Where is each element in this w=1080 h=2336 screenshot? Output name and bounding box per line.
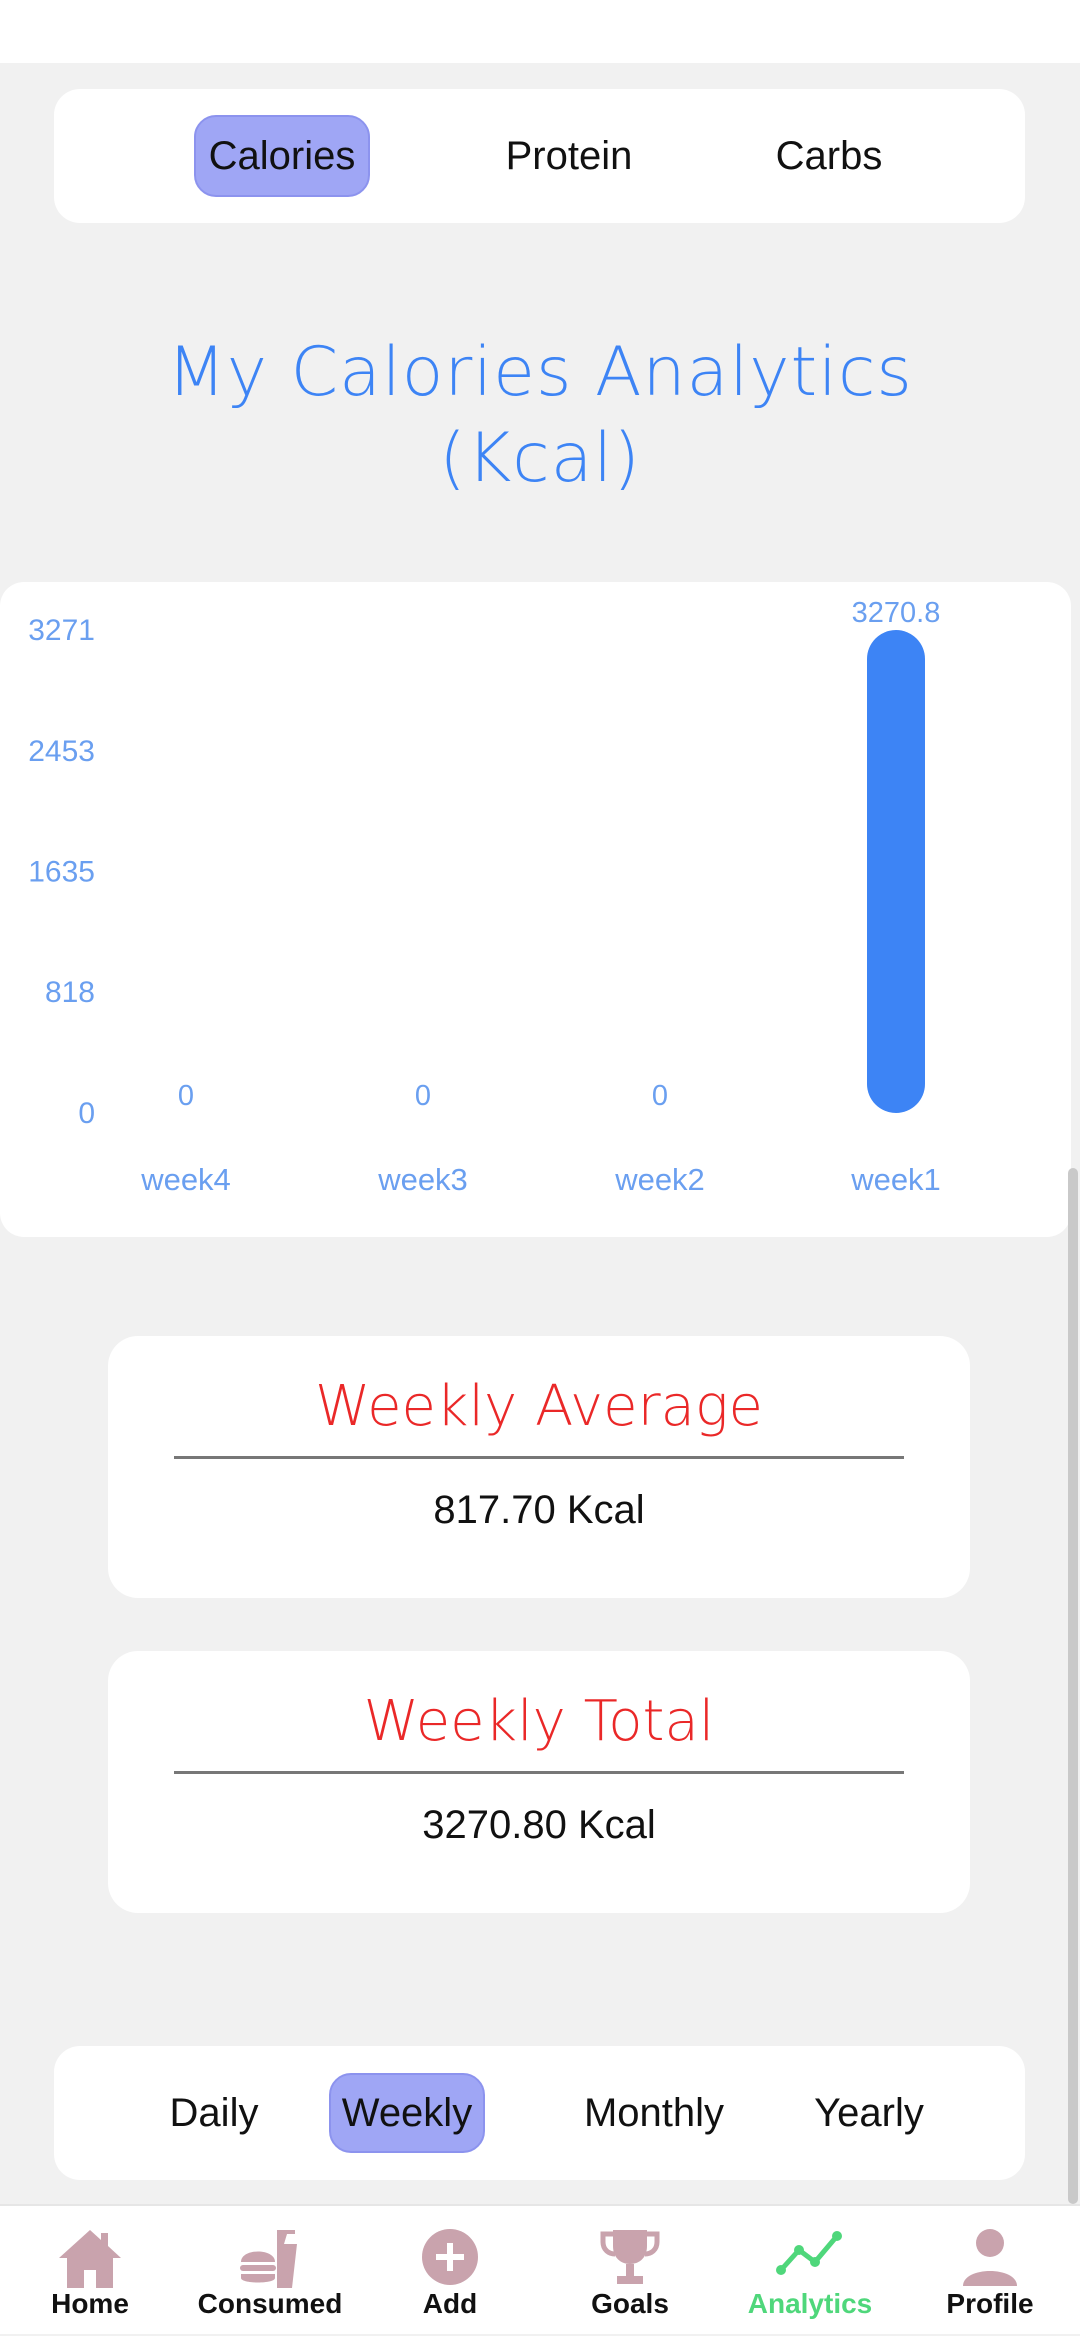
tab-daily[interactable]: Daily — [144, 2073, 284, 2153]
y-tick-label: 3271 — [28, 614, 95, 647]
person-icon — [963, 2229, 1017, 2286]
tab-weekly[interactable]: Weekly — [329, 2073, 485, 2153]
bar-value-label: 0 — [415, 1080, 431, 1112]
bar-value-label: 3270.8 — [852, 597, 941, 629]
nav-goals-label: Goals — [591, 2288, 669, 2319]
nav-add-label: Add — [422, 2288, 478, 2319]
calories-bar-chart: 3271 2453 1635 818 0 0 week4 0 week3 0 week2 3270.8… — [0, 582, 1071, 1237]
trophy-icon — [600, 2230, 660, 2284]
tab-calories[interactable]: Calories — [194, 115, 370, 197]
y-tick-label: 1635 — [28, 856, 95, 889]
nav-profile-label: Profile — [946, 2288, 1034, 2319]
plus-circle-icon — [422, 2229, 478, 2285]
scrollbar[interactable] — [1068, 1168, 1078, 2204]
divider — [174, 1771, 904, 1774]
x-tick-label: week2 — [614, 1162, 705, 1197]
weekly-average-value: 817.70 Kcal — [433, 1488, 645, 1532]
x-tick-label: week4 — [140, 1162, 231, 1197]
nav-profile[interactable]: Profile — [900, 2206, 1080, 2336]
nav-analytics[interactable]: Analytics — [720, 2206, 900, 2336]
page-title-line1: My Calories Analytics — [167, 333, 913, 412]
tab-carbs[interactable]: Carbs — [744, 115, 914, 197]
page-title: My Calories Analytics (Kcal) — [0, 330, 1080, 502]
y-tick-label: 818 — [45, 976, 95, 1009]
chart-canvas: 3271 2453 1635 818 0 0 week4 0 week3 0 week2 3270.8… — [28, 597, 941, 1197]
y-tick-label: 0 — [78, 1097, 95, 1130]
nav-goals[interactable]: Goals — [540, 2206, 720, 2336]
nav-home-label: Home — [51, 2288, 129, 2319]
burger-drink-icon — [240, 2230, 297, 2288]
nav-add[interactable]: Add — [360, 2206, 540, 2336]
bar-value-label: 0 — [652, 1080, 668, 1112]
y-tick-label: 2453 — [28, 735, 95, 768]
nav-home[interactable]: Home — [0, 2206, 180, 2336]
bar-week1[interactable] — [867, 630, 925, 1113]
x-tick-label: week3 — [377, 1162, 468, 1197]
weekly-average-heading: Weekly Average — [315, 1374, 763, 1439]
tab-monthly[interactable]: Monthly — [554, 2073, 754, 2153]
bar-value-label: 0 — [178, 1080, 194, 1112]
nav-analytics-label: Analytics — [747, 2288, 873, 2319]
divider — [174, 1456, 904, 1459]
weekly-total-card: Weekly Total 3270.80 Kcal — [108, 1651, 970, 1913]
nav-consumed-label: Consumed — [197, 2288, 343, 2319]
weekly-total-heading: Weekly Total — [363, 1689, 715, 1754]
nav-consumed[interactable]: Consumed — [180, 2206, 360, 2336]
page-title-line2: (Kcal) — [439, 419, 641, 498]
bottom-nav: Home Consumed Add Goals Analytics Profil… — [0, 2204, 1080, 2334]
trend-line-icon — [776, 2231, 842, 2275]
tab-yearly[interactable]: Yearly — [789, 2073, 949, 2153]
status-area — [0, 0, 1080, 63]
period-tab-bar: Daily Weekly Monthly Yearly — [54, 2046, 1025, 2180]
weekly-total-value: 3270.80 Kcal — [422, 1803, 656, 1847]
x-tick-label: week1 — [850, 1162, 941, 1197]
home-icon — [59, 2230, 121, 2288]
tab-protein[interactable]: Protein — [469, 115, 669, 197]
metric-tab-bar: Calories Protein Carbs — [54, 89, 1025, 223]
weekly-average-card: Weekly Average 817.70 Kcal — [108, 1336, 970, 1598]
